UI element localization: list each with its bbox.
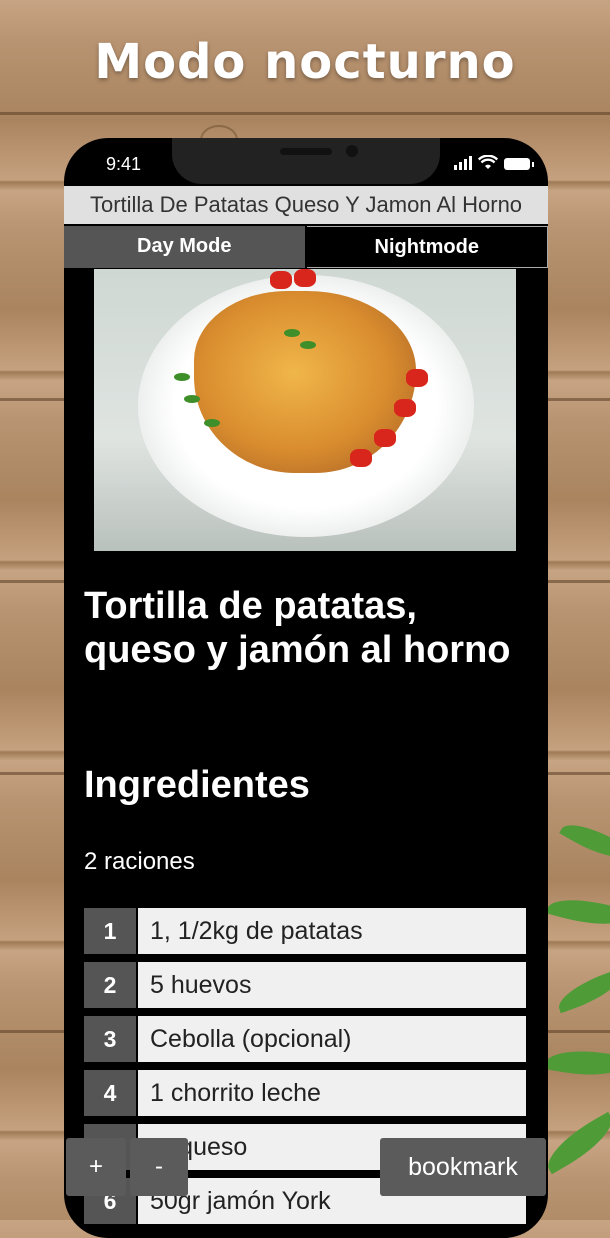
list-item: 2 5 huevos [84, 962, 526, 1008]
phone-frame: 9:41 Tortilla De Patatas Queso Y Jamon A… [64, 138, 548, 1238]
tomato-slice [294, 269, 316, 287]
increase-font-button[interactable]: + [66, 1138, 126, 1196]
plant-leaf [553, 968, 610, 1014]
tab-nightmode[interactable]: Nightmode [306, 226, 548, 268]
herb-garnish [174, 373, 190, 381]
wood-plank-divider [0, 112, 610, 115]
phone-notch [172, 138, 440, 184]
tomato-slice [394, 399, 416, 417]
ingredient-text: Cebolla (opcional) [136, 1016, 526, 1062]
mode-tabs: Day Mode Nightmode [64, 226, 548, 268]
ingredient-number: 2 [84, 962, 136, 1008]
recipe-title-bar: Tortilla De Patatas Queso Y Jamon Al Hor… [64, 186, 548, 224]
signal-icon [454, 156, 472, 170]
plant-leaf [546, 890, 610, 934]
list-item: 4 1 chorrito leche [84, 1070, 526, 1116]
herb-garnish [184, 395, 200, 403]
speaker-grille [280, 148, 332, 155]
ingredient-number: 4 [84, 1070, 136, 1116]
tab-day-mode[interactable]: Day Mode [64, 226, 307, 268]
ingredient-number: 1 [84, 908, 136, 954]
status-icons [454, 154, 534, 170]
tomato-slice [270, 271, 292, 289]
herb-garnish [204, 419, 220, 427]
ingredient-text: 1, 1/2kg de patatas [136, 908, 526, 954]
servings-count: 2 raciones [84, 848, 195, 875]
front-camera [346, 145, 358, 157]
battery-icon [504, 158, 534, 170]
bookmark-button[interactable]: bookmark [380, 1138, 546, 1196]
ingredient-number: 3 [84, 1016, 136, 1062]
ingredients-heading: Ingredientes [84, 764, 310, 806]
ingredient-text: 1 chorrito leche [136, 1070, 526, 1116]
ingredient-text: 5 huevos [136, 962, 526, 1008]
banner-title: Modo nocturno [94, 34, 516, 90]
recipe-photo [94, 269, 516, 551]
list-item: 1 1, 1/2kg de patatas [84, 908, 526, 954]
tomato-slice [374, 429, 396, 447]
herb-garnish [300, 341, 316, 349]
recipe-title: Tortilla de patatas, queso y jamón al ho… [84, 585, 511, 671]
decrease-font-button[interactable]: - [130, 1138, 188, 1196]
herb-garnish [284, 329, 300, 337]
plant-leaf [559, 813, 610, 869]
list-item: 3 Cebolla (opcional) [84, 1016, 526, 1062]
plant-leaf [544, 1043, 610, 1083]
status-time: 9:41 [106, 154, 142, 174]
tomato-slice [350, 449, 372, 467]
plant-leaf [538, 1111, 610, 1175]
wifi-icon [478, 155, 498, 169]
tomato-slice [406, 369, 428, 387]
